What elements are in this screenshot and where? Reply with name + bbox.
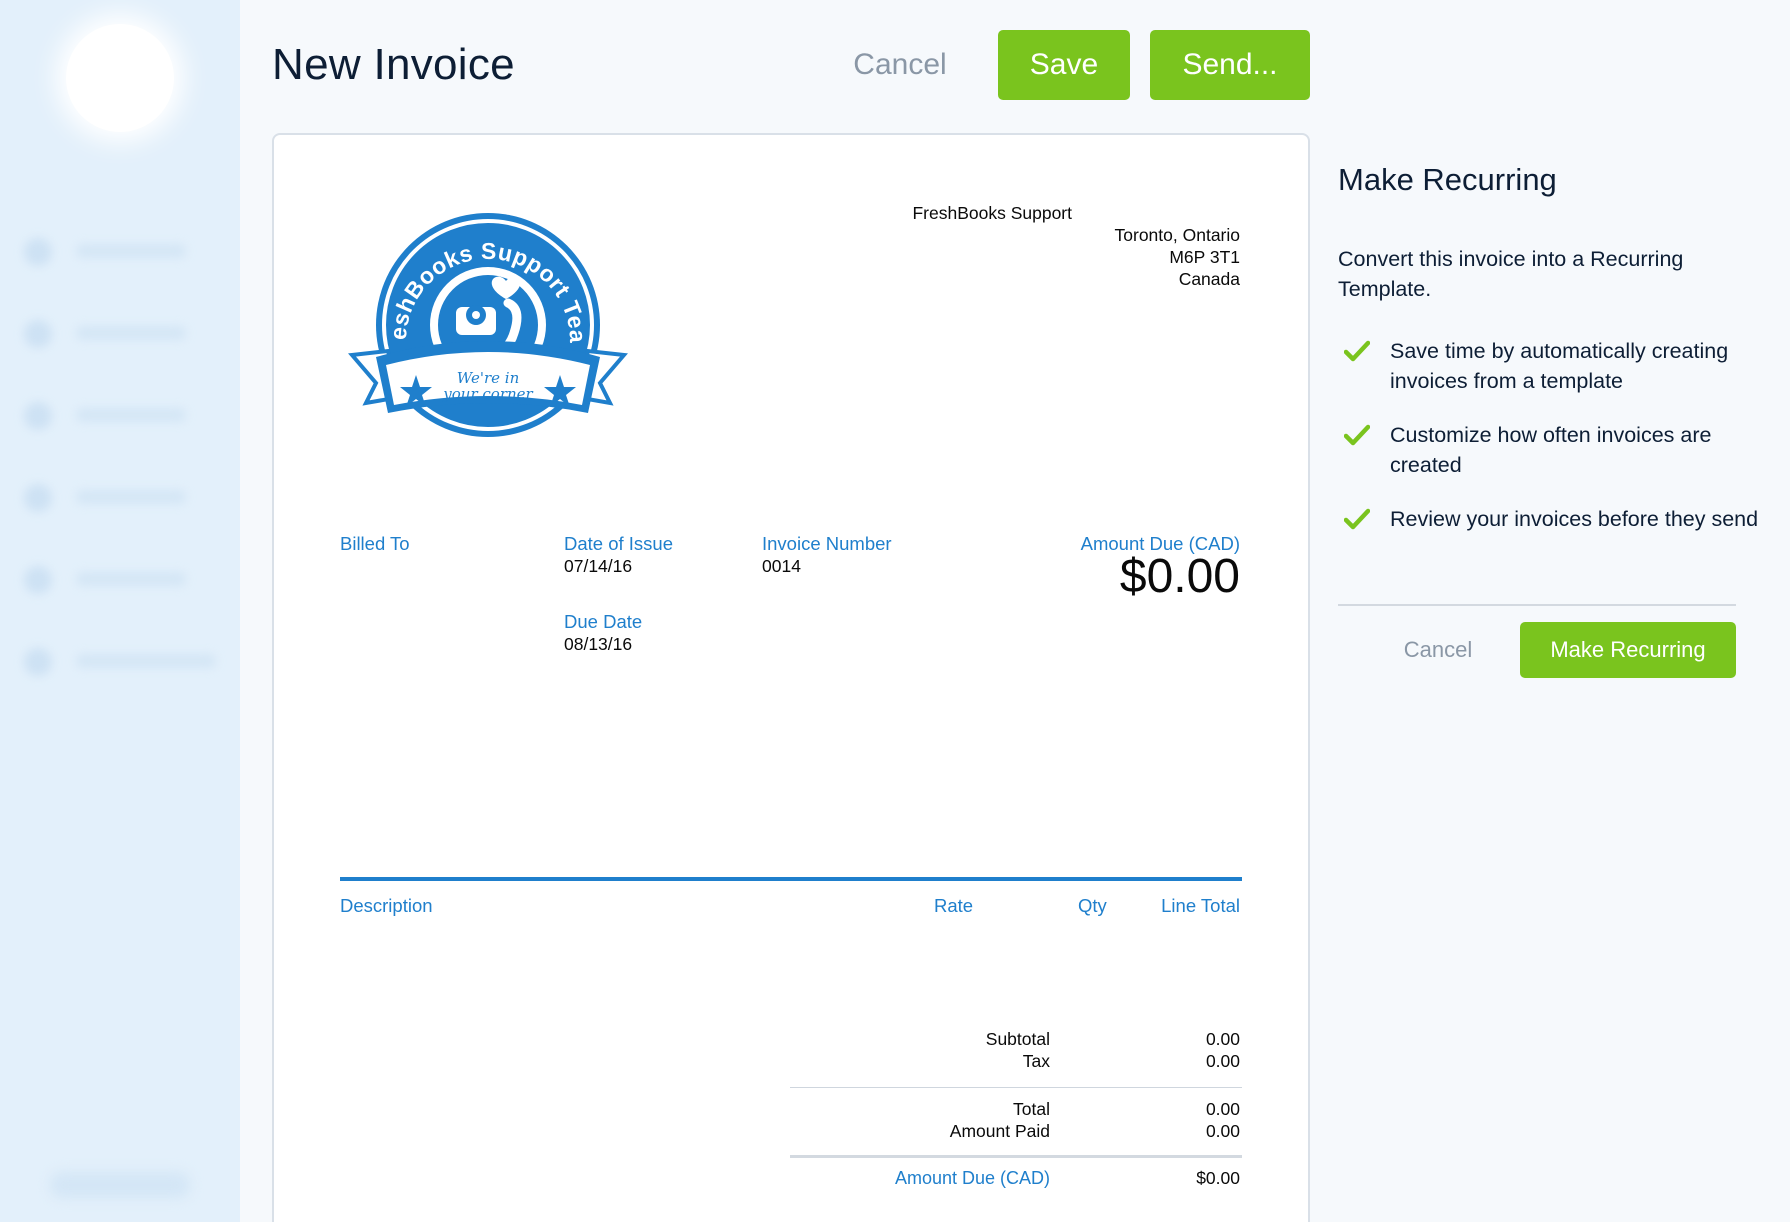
page-title: New Invoice <box>272 40 515 89</box>
date-of-issue-label: Date of Issue <box>564 533 674 554</box>
recurring-benefit-text: Review your invoices before they send <box>1390 507 1759 531</box>
sidebar-item-blurred[interactable] <box>24 564 224 594</box>
sidebar-item-blurred[interactable] <box>24 318 224 348</box>
avatar[interactable] <box>66 24 174 132</box>
check-icon <box>1344 508 1370 530</box>
amount-due-total-label: Amount Due (CAD) <box>894 1168 1050 1188</box>
amount-due-total-value: $0.00 <box>1196 1168 1240 1188</box>
subtotal-label: Subtotal <box>985 1029 1050 1049</box>
column-rate: Rate <box>934 895 974 916</box>
sidebar-item-blurred[interactable] <box>24 236 224 266</box>
invoice-number-label: Invoice Number <box>762 533 892 554</box>
sidebar-footer-blurred[interactable] <box>50 1172 190 1198</box>
line-items-divider <box>340 877 1242 881</box>
amount-paid-label: Amount Paid <box>949 1121 1050 1141</box>
amount-paid-value: 0.00 <box>1205 1121 1240 1141</box>
check-icon <box>1344 424 1370 446</box>
address-postal: M6P 3T1 <box>1169 247 1240 267</box>
check-icon <box>1344 340 1370 362</box>
recurring-description: Convert this invoice into a Recurring Te… <box>1338 247 1684 301</box>
sidebar-item-blurred[interactable] <box>24 482 224 512</box>
company-logo[interactable]: FreshBooks Support Team We're in your co… <box>348 207 628 463</box>
recurring-benefit-text: Customize how often invoices are created <box>1390 423 1712 477</box>
recurring-cancel-button[interactable]: Cancel <box>1368 622 1508 678</box>
cancel-button[interactable]: Cancel <box>830 30 970 100</box>
send-button[interactable]: Send... <box>1150 30 1310 100</box>
make-recurring-button[interactable]: Make Recurring <box>1520 622 1736 678</box>
due-date-value[interactable]: 08/13/16 <box>564 634 632 655</box>
from-address: FreshBooks Support Toronto, Ontario M6P … <box>912 202 1240 290</box>
address-city: Toronto, Ontario <box>1114 225 1240 245</box>
recurring-divider <box>1338 604 1736 606</box>
due-date-label: Due Date <box>564 611 643 632</box>
sidebar-item-blurred[interactable] <box>24 646 224 676</box>
invoice-number-value[interactable]: 0014 <box>762 556 801 577</box>
company-name: FreshBooks Support <box>912 203 1072 223</box>
column-qty: Qty <box>1078 895 1107 916</box>
totals-divider-thick <box>790 1155 1242 1158</box>
amount-due-value: $0.00 <box>1119 550 1240 603</box>
date-of-issue-value[interactable]: 07/14/16 <box>564 556 632 577</box>
recurring-title: Make Recurring <box>1338 162 1557 197</box>
logo-banner-line2: your corner <box>442 385 533 403</box>
tax-label: Tax <box>1022 1051 1050 1071</box>
subtotal-value: 0.00 <box>1205 1029 1240 1049</box>
tax-value: 0.00 <box>1205 1051 1240 1071</box>
totals-divider <box>790 1087 1242 1088</box>
sidebar-item-blurred[interactable] <box>24 400 224 430</box>
recurring-benefit-text: Save time by automatically creating invo… <box>1390 339 1729 393</box>
total-value: 0.00 <box>1205 1099 1240 1119</box>
total-label: Total <box>1013 1099 1050 1119</box>
column-line-total: Line Total <box>1161 895 1240 916</box>
column-description: Description <box>340 895 433 916</box>
address-country: Canada <box>1178 269 1240 289</box>
save-button[interactable]: Save <box>998 30 1130 100</box>
invoice-sheet: FreshBooks Support Team We're in your co… <box>272 133 1310 1222</box>
billed-to-label[interactable]: Billed To <box>340 533 410 555</box>
sidebar <box>0 0 240 1222</box>
